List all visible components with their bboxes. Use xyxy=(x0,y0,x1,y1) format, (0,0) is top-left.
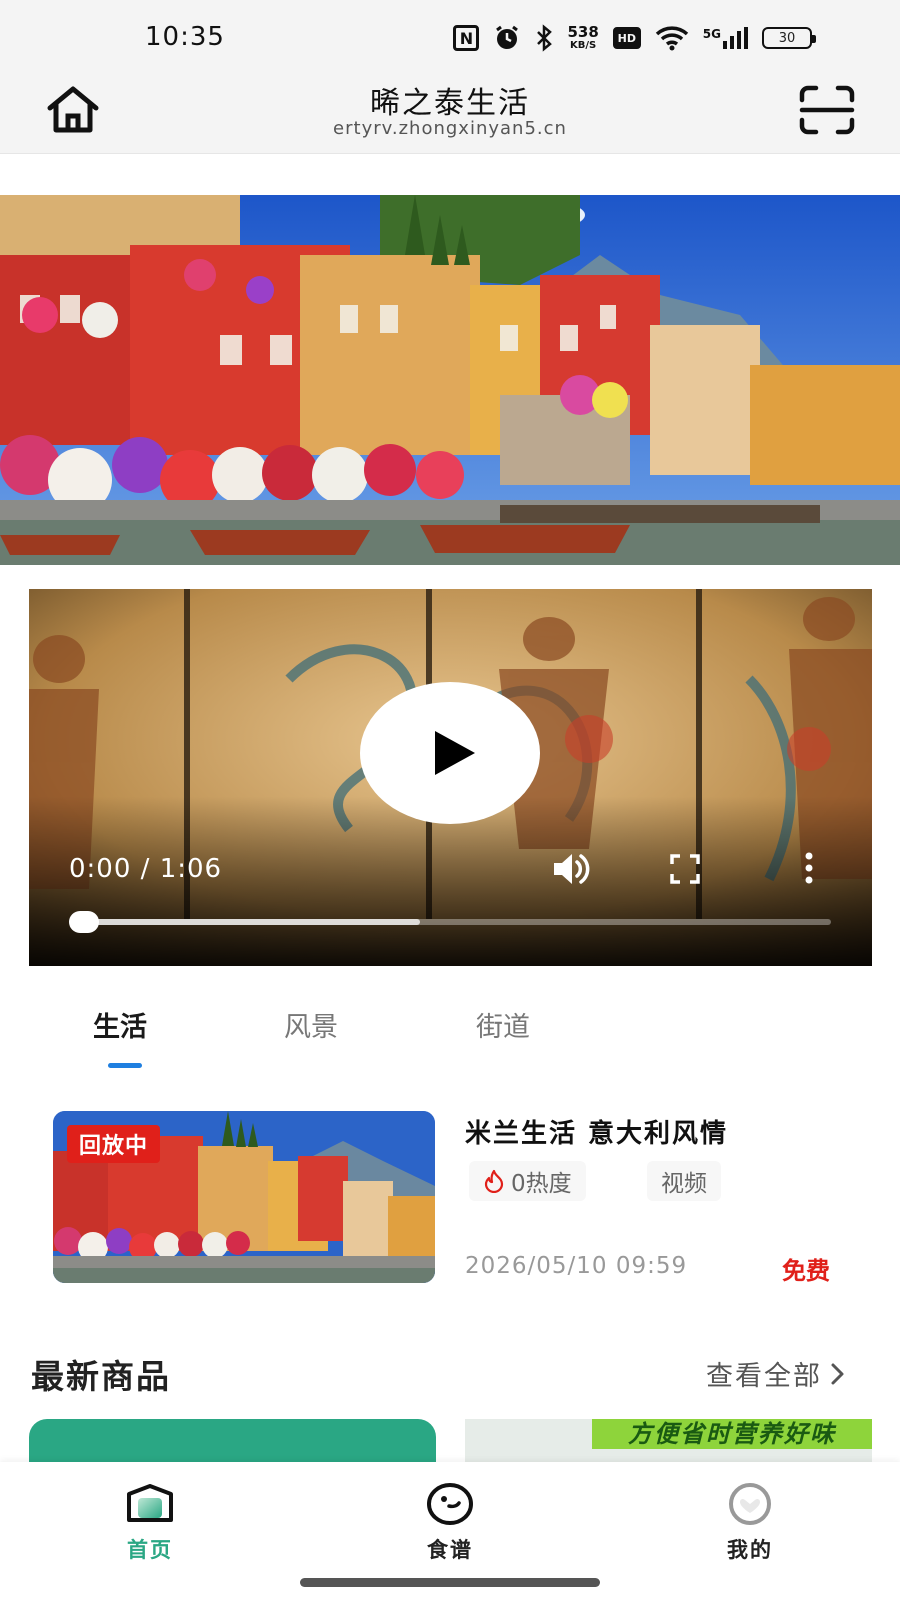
status-time: 10:35 xyxy=(145,22,225,52)
wifi-icon xyxy=(655,25,689,51)
fullscreen-icon xyxy=(670,854,700,884)
status-icons: N 538 KB/S HD 5G 30 xyxy=(453,22,816,54)
bluetooth-icon xyxy=(535,24,553,52)
title-bar: 晞之泰生活 ertyrv.zhongxinyan5.cn xyxy=(0,72,900,154)
play-icon xyxy=(435,731,475,775)
replay-badge: 回放中 xyxy=(67,1125,161,1163)
net-speed-value: 538 xyxy=(567,23,599,41)
active-tab-indicator xyxy=(108,1063,142,1068)
profile-icon xyxy=(729,1483,771,1525)
scan-button[interactable] xyxy=(798,84,856,136)
card-thumbnail: 回放中 xyxy=(53,1111,435,1283)
lakeside-town-image xyxy=(0,195,900,565)
battery-icon: 30 xyxy=(762,27,816,49)
nav-item-recipe[interactable]: 食谱 xyxy=(390,1482,510,1564)
volume-button[interactable] xyxy=(551,851,591,887)
content-card[interactable]: 回放中 米兰生活 意大利风情 0热度 视频 2026/05/10 09:59 免… xyxy=(29,1095,872,1307)
heat-chip: 0热度 xyxy=(469,1161,586,1201)
view-all-label: 查看全部 xyxy=(706,1361,822,1392)
nfc-icon: N xyxy=(453,25,480,51)
alarm-icon xyxy=(493,24,521,52)
card-date: 2026/05/10 09:59 xyxy=(465,1253,688,1279)
video-time-separator: / xyxy=(131,854,160,884)
scan-icon xyxy=(799,85,855,135)
product-2-banner: 方便省时营养好味 xyxy=(592,1419,872,1449)
recipe-icon xyxy=(427,1483,473,1525)
net-speed-icon: 538 KB/S xyxy=(567,23,599,52)
view-all-link[interactable]: 查看全部 xyxy=(706,1354,846,1393)
more-vertical-icon xyxy=(805,852,813,884)
page-url: ertyrv.zhongxinyan5.cn xyxy=(333,118,567,139)
card-price: 免费 xyxy=(782,1257,830,1285)
status-bar: 10:35 N 538 KB/S HD 5G 30 xyxy=(0,0,900,72)
nav-label-home: 首页 xyxy=(127,1538,173,1562)
video-time: 0:00 / 1:06 xyxy=(69,854,222,884)
nav-item-profile[interactable]: 我的 xyxy=(690,1482,810,1564)
home-indicator[interactable] xyxy=(300,1578,600,1587)
home-tab-icon xyxy=(127,1484,173,1522)
category-tabs: 生活 风景 街道 xyxy=(0,1005,900,1075)
type-chip: 视频 xyxy=(647,1161,721,1201)
tab-scenery[interactable]: 风景 xyxy=(284,1005,338,1044)
video-current-time: 0:00 xyxy=(69,854,132,884)
tab-life[interactable]: 生活 xyxy=(93,1005,147,1044)
fullscreen-button[interactable] xyxy=(669,853,701,885)
tab-street[interactable]: 街道 xyxy=(476,1005,530,1044)
play-button[interactable] xyxy=(360,682,540,824)
heat-label: 0热度 xyxy=(511,1171,572,1197)
more-options-button[interactable] xyxy=(803,851,815,885)
video-duration: 1:06 xyxy=(159,854,223,884)
chevron-right-icon xyxy=(831,1363,844,1384)
hd-icon: HD xyxy=(612,27,641,49)
flame-icon xyxy=(484,1169,504,1193)
cellular-signal-icon: 5G xyxy=(703,27,748,49)
nav-label-recipe: 食谱 xyxy=(427,1538,473,1562)
page-title: 晞之泰生活 xyxy=(370,86,530,121)
section-title: 最新商品 xyxy=(31,1357,171,1396)
battery-level: 30 xyxy=(778,30,796,46)
nav-item-home[interactable]: 首页 xyxy=(90,1482,210,1564)
card-title: 米兰生活 意大利风情 xyxy=(465,1119,729,1149)
video-buffer-bar xyxy=(83,919,420,925)
network-type: 5G xyxy=(702,27,721,41)
video-progress-bar[interactable] xyxy=(83,919,831,925)
volume-icon xyxy=(554,854,590,884)
video-player[interactable]: 0:00 / 1:06 xyxy=(29,589,872,966)
banner-image[interactable] xyxy=(0,195,900,565)
net-speed-unit: KB/S xyxy=(570,40,597,51)
video-progress-handle[interactable] xyxy=(69,911,99,933)
nav-label-profile: 我的 xyxy=(727,1538,773,1562)
